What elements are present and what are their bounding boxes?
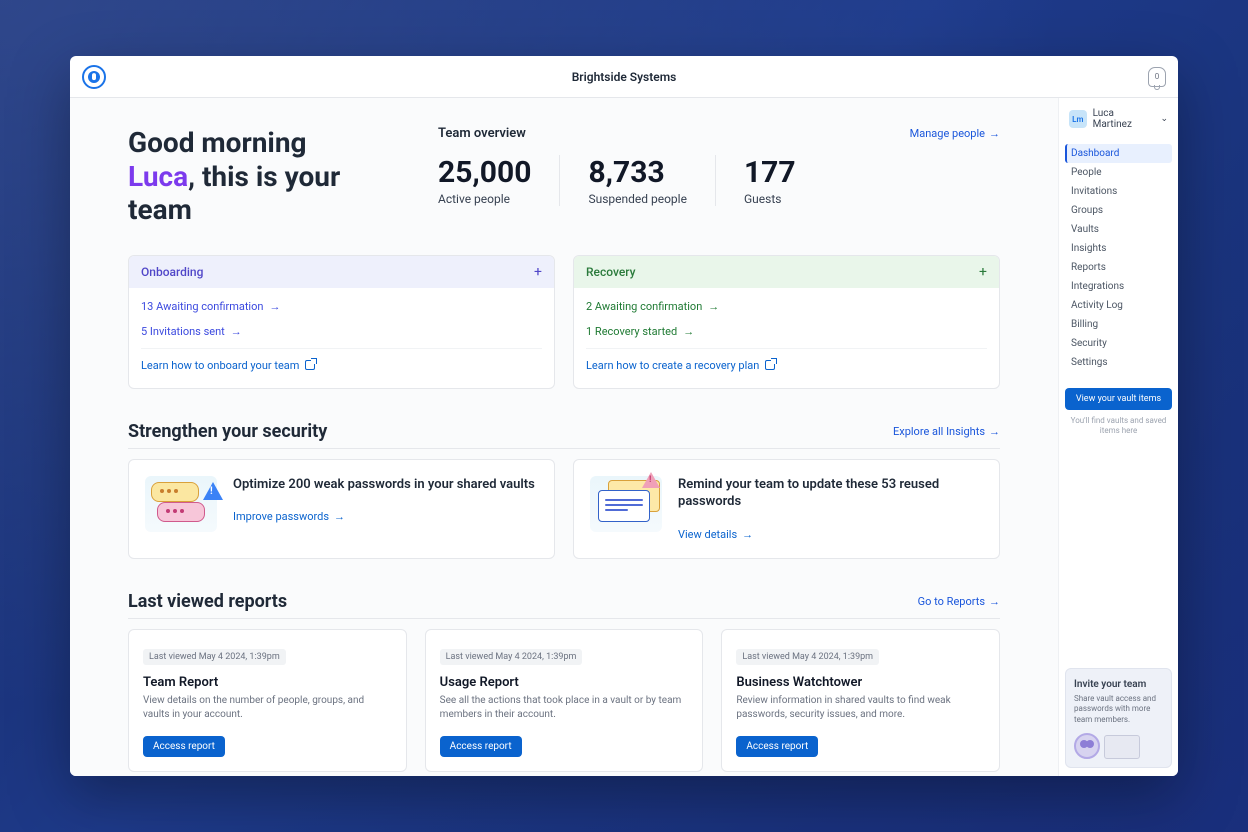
security-section-title: Strengthen your security bbox=[128, 421, 327, 442]
reports-section-title: Last viewed reports bbox=[128, 591, 287, 612]
org-name: Brightside Systems bbox=[572, 70, 677, 84]
main-content: Good morning Luca, this is your team Tea… bbox=[70, 98, 1058, 776]
app-logo-icon[interactable] bbox=[82, 65, 106, 89]
invite-illustration bbox=[1074, 733, 1163, 759]
report-card: Last viewed May 4 2024, 1:39pm Usage Rep… bbox=[425, 629, 704, 772]
arrow-right-icon: → bbox=[989, 127, 1000, 140]
chevron-down-icon: ⌄ bbox=[1160, 114, 1168, 124]
app-window: Brightside Systems 0 Good morning Luca, … bbox=[70, 56, 1178, 776]
access-report-button[interactable]: Access report bbox=[143, 736, 225, 757]
notifications-icon[interactable]: 0 bbox=[1148, 67, 1166, 87]
arrow-right-icon: → bbox=[269, 300, 280, 313]
recovery-learn-link[interactable]: Learn how to create a recovery plan bbox=[586, 348, 987, 378]
go-to-reports-link[interactable]: Go to Reports→ bbox=[918, 595, 1000, 608]
recovery-title: Recovery bbox=[586, 265, 636, 279]
access-report-button[interactable]: Access report bbox=[736, 736, 818, 757]
nav-item-invitations[interactable]: Invitations bbox=[1065, 182, 1172, 201]
access-report-button[interactable]: Access report bbox=[440, 736, 522, 757]
view-details-link[interactable]: View details→ bbox=[678, 528, 753, 541]
greeting: Good morning Luca, this is your team bbox=[128, 126, 378, 227]
arrow-right-icon: → bbox=[742, 528, 753, 541]
warning-icon bbox=[642, 472, 660, 488]
recovery-item[interactable]: 1 Recovery started→ bbox=[586, 319, 987, 344]
insight-weak-passwords: Optimize 200 weak passwords in your shar… bbox=[128, 459, 555, 559]
arrow-right-icon: → bbox=[334, 510, 345, 523]
arrow-right-icon: → bbox=[683, 325, 694, 338]
arrow-right-icon: → bbox=[708, 300, 719, 313]
nav-item-security[interactable]: Security bbox=[1065, 334, 1172, 353]
weak-passwords-illustration bbox=[145, 476, 217, 532]
nav-item-activity-log[interactable]: Activity Log bbox=[1065, 296, 1172, 315]
nav-item-integrations[interactable]: Integrations bbox=[1065, 277, 1172, 296]
insight-reused-passwords: Remind your team to update these 53 reus… bbox=[573, 459, 1000, 559]
last-viewed-tag: Last viewed May 4 2024, 1:39pm bbox=[143, 649, 286, 665]
onboarding-learn-link[interactable]: Learn how to onboard your team bbox=[141, 348, 542, 378]
user-menu[interactable]: Lm Luca Martinez ⌄ bbox=[1065, 106, 1172, 132]
nav-item-insights[interactable]: Insights bbox=[1065, 239, 1172, 258]
manage-people-link[interactable]: Manage people→ bbox=[910, 127, 1000, 140]
overview-title: Team overview bbox=[438, 126, 526, 141]
stat-active: 25,000 Active people bbox=[438, 155, 560, 206]
right-sidebar: Lm Luca Martinez ⌄ DashboardPeopleInvita… bbox=[1058, 98, 1178, 776]
explore-insights-link[interactable]: Explore all Insights→ bbox=[893, 425, 1000, 438]
team-overview: Team overview Manage people→ 25,000 Acti… bbox=[438, 126, 1000, 227]
nav-item-reports[interactable]: Reports bbox=[1065, 258, 1172, 277]
last-viewed-tag: Last viewed May 4 2024, 1:39pm bbox=[736, 649, 879, 665]
external-link-icon bbox=[765, 360, 775, 370]
stat-guests: 177 Guests bbox=[744, 155, 796, 206]
onboarding-add-icon[interactable]: + bbox=[534, 264, 542, 280]
stat-suspended: 8,733 Suspended people bbox=[588, 155, 716, 206]
nav-item-groups[interactable]: Groups bbox=[1065, 201, 1172, 220]
vault-hint: You'll find vaults and saved items here bbox=[1065, 416, 1172, 437]
people-icon bbox=[1074, 733, 1100, 759]
recovery-add-icon[interactable]: + bbox=[979, 264, 987, 280]
arrow-right-icon: → bbox=[989, 425, 1000, 438]
onboarding-item[interactable]: 13 Awaiting confirmation→ bbox=[141, 294, 542, 319]
nav-item-billing[interactable]: Billing bbox=[1065, 315, 1172, 334]
user-avatar: Lm bbox=[1069, 110, 1087, 128]
user-name: Luca Martinez bbox=[1093, 108, 1155, 130]
external-link-icon bbox=[305, 360, 315, 370]
view-vault-items-button[interactable]: View your vault items bbox=[1065, 388, 1172, 410]
last-viewed-tag: Last viewed May 4 2024, 1:39pm bbox=[440, 649, 583, 665]
reused-passwords-illustration bbox=[590, 476, 662, 532]
improve-passwords-link[interactable]: Improve passwords→ bbox=[233, 510, 345, 523]
invite-team-card[interactable]: Invite your team Share vault access and … bbox=[1065, 668, 1172, 768]
warning-icon bbox=[203, 482, 223, 500]
arrow-right-icon: → bbox=[231, 325, 242, 338]
onboarding-title: Onboarding bbox=[141, 265, 203, 279]
onboarding-item[interactable]: 5 Invitations sent→ bbox=[141, 319, 542, 344]
report-card: Last viewed May 4 2024, 1:39pm Team Repo… bbox=[128, 629, 407, 772]
sidebar-nav: DashboardPeopleInvitationsGroupsVaultsIn… bbox=[1065, 144, 1172, 372]
recovery-item[interactable]: 2 Awaiting confirmation→ bbox=[586, 294, 987, 319]
recovery-card: Recovery + 2 Awaiting confirmation→ 1 Re… bbox=[573, 255, 1000, 389]
top-bar: Brightside Systems 0 bbox=[70, 56, 1178, 98]
arrow-right-icon: → bbox=[989, 595, 1000, 608]
greeting-name: Luca bbox=[128, 160, 188, 193]
report-card: Last viewed May 4 2024, 1:39pm Business … bbox=[721, 629, 1000, 772]
onboarding-card: Onboarding + 13 Awaiting confirmation→ 5… bbox=[128, 255, 555, 389]
nav-item-settings[interactable]: Settings bbox=[1065, 353, 1172, 372]
nav-item-dashboard[interactable]: Dashboard bbox=[1065, 144, 1172, 163]
nav-item-vaults[interactable]: Vaults bbox=[1065, 220, 1172, 239]
nav-item-people[interactable]: People bbox=[1065, 163, 1172, 182]
